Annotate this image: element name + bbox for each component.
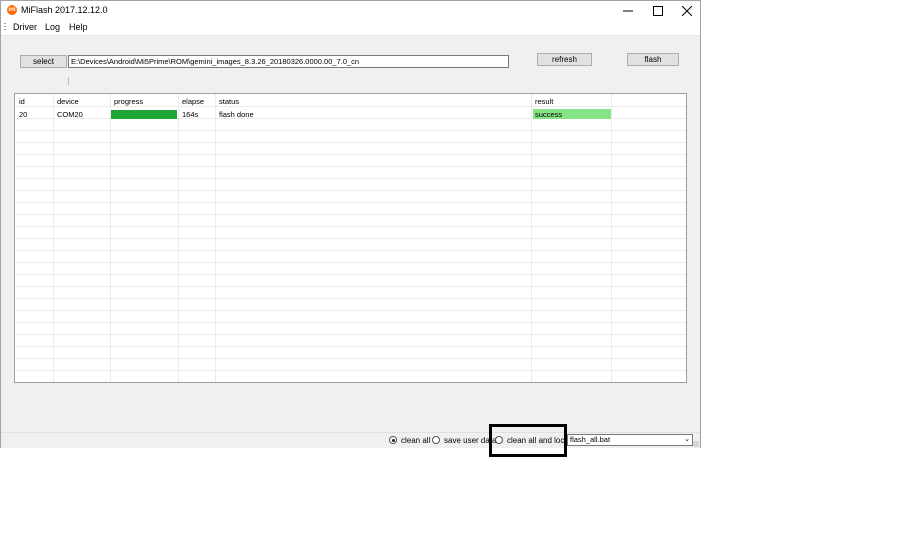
row-result: success bbox=[535, 110, 563, 119]
chevron-down-icon: ⌄ bbox=[684, 436, 690, 443]
save-user-data-radio[interactable] bbox=[432, 436, 440, 444]
minimize-button[interactable] bbox=[613, 1, 643, 20]
miflash-window: mi MiFlash 2017.12.12.0 Driver Log Help … bbox=[0, 0, 701, 448]
device-table: id device progress elapse status result … bbox=[14, 93, 687, 383]
grid-row-line bbox=[15, 226, 686, 227]
menu-bar: Driver Log Help bbox=[1, 20, 700, 36]
grid-row-line bbox=[15, 286, 686, 287]
header-progress[interactable]: progress bbox=[114, 97, 143, 106]
grid-row-line bbox=[15, 190, 686, 191]
resize-grip-icon[interactable] bbox=[693, 441, 699, 447]
status-bar: clean all save user data clean all and l… bbox=[1, 432, 700, 448]
flash-script-select[interactable]: flash_all.bat ⌄ bbox=[567, 434, 693, 446]
mi-logo-icon: mi bbox=[7, 5, 17, 15]
grid-row-line bbox=[15, 310, 686, 311]
header-result[interactable]: result bbox=[535, 97, 553, 106]
header-device[interactable]: device bbox=[57, 97, 79, 106]
menu-help[interactable]: Help bbox=[69, 22, 88, 32]
grid-row-line bbox=[15, 238, 686, 239]
row-status: flash done bbox=[219, 110, 254, 119]
title-bar: mi MiFlash 2017.12.12.0 bbox=[1, 1, 700, 20]
close-icon bbox=[682, 5, 692, 16]
maximize-icon bbox=[653, 5, 663, 16]
grid-row-line bbox=[15, 178, 686, 179]
text-cursor bbox=[68, 77, 69, 85]
grid-row-line bbox=[15, 166, 686, 167]
menu-driver[interactable]: Driver bbox=[13, 22, 37, 32]
clean-all-label[interactable]: clean all bbox=[401, 436, 430, 445]
clean-all-radio[interactable] bbox=[389, 436, 397, 444]
grid-row-line bbox=[15, 274, 686, 275]
row-id: 20 bbox=[19, 110, 28, 119]
grid-row-line bbox=[15, 202, 686, 203]
grid-row-line bbox=[15, 106, 686, 107]
maximize-button[interactable] bbox=[643, 1, 673, 20]
grid-row-line bbox=[15, 322, 686, 323]
close-button[interactable] bbox=[672, 1, 702, 20]
window-title: MiFlash 2017.12.12.0 bbox=[21, 5, 108, 15]
row-progress-bar bbox=[111, 110, 177, 119]
grid-row-line bbox=[15, 142, 686, 143]
header-id[interactable]: id bbox=[19, 97, 25, 106]
grid-row-line bbox=[15, 262, 686, 263]
grid-row-line bbox=[15, 346, 686, 347]
rom-path-input[interactable]: E:\Devices\Android\Mi5Prime\ROM\gemini_i… bbox=[68, 55, 509, 68]
minimize-icon bbox=[623, 10, 633, 11]
annotation-highlight-box bbox=[489, 424, 567, 457]
row-device: COM20 bbox=[57, 110, 83, 119]
refresh-button[interactable]: refresh bbox=[537, 53, 592, 66]
header-elapse[interactable]: elapse bbox=[182, 97, 204, 106]
flash-button[interactable]: flash bbox=[627, 53, 679, 66]
menu-grip-icon bbox=[4, 23, 6, 32]
select-button[interactable]: select bbox=[20, 55, 67, 68]
grid-row-line bbox=[15, 370, 686, 371]
header-status[interactable]: status bbox=[219, 97, 239, 106]
grid-row-line bbox=[15, 214, 686, 215]
grid-row-line bbox=[15, 298, 686, 299]
grid-row-line bbox=[15, 154, 686, 155]
grid-row-line bbox=[15, 358, 686, 359]
grid-row-line bbox=[15, 130, 686, 131]
menu-log[interactable]: Log bbox=[45, 22, 60, 32]
flash-script-value: flash_all.bat bbox=[570, 435, 611, 444]
grid-row-line bbox=[15, 250, 686, 251]
grid-row-line bbox=[15, 334, 686, 335]
row-elapse: 164s bbox=[182, 110, 199, 119]
